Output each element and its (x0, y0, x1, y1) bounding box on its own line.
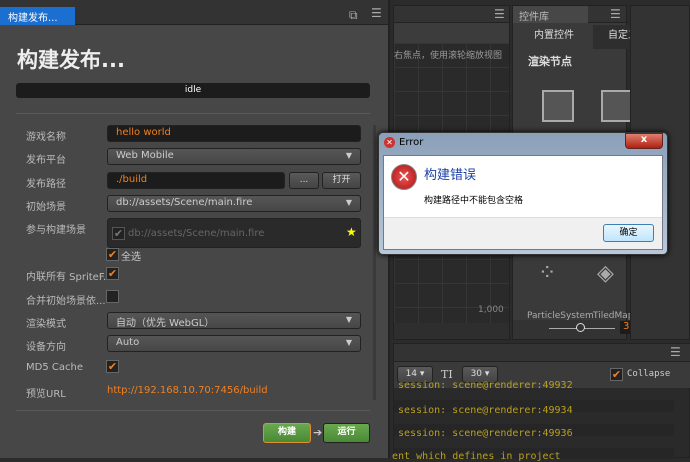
select-all-checkbox[interactable]: ✔ (106, 248, 119, 261)
log-line: ent which defines in project (392, 451, 561, 462)
error-large-icon: ✕ (391, 164, 417, 190)
menu-icon[interactable]: ☰ (670, 345, 681, 359)
tab-build[interactable]: 构建发布... (0, 7, 75, 25)
path-label: 发布路径 (26, 179, 66, 190)
star-icon[interactable]: ★ (346, 225, 357, 239)
tiledmap-icon[interactable]: ◈ (597, 261, 614, 286)
slider-handle[interactable] (576, 323, 585, 332)
log-line: session: scene@renderer:49936 (398, 428, 573, 439)
error-icon: ✕ (384, 137, 395, 148)
dialog-heading: 构建错误 (424, 168, 477, 183)
scene-item-checkbox[interactable]: ✔ (112, 227, 125, 240)
scene-toolbar (394, 23, 509, 43)
dialog-body: ✕ 构建错误 构建路径中不能包含空格 确定 (383, 155, 663, 250)
browse-button[interactable]: ... (289, 172, 319, 189)
log-line: session: scene@renderer:49932 (398, 380, 573, 391)
orientation-label: 设备方向 (26, 342, 66, 353)
console-header (394, 344, 690, 362)
md5-checkbox[interactable]: ✔ (106, 360, 119, 373)
build-panel: 构建发布... ⧉ ☰ 构建发布... idle 游戏名称 hello worl… (0, 0, 390, 458)
render-select[interactable]: 自动（优先 WebGL） (107, 312, 361, 329)
console-panel: ☰ 14 ▾ TI 30 ▾ ✔ Collapse (393, 343, 690, 459)
popout-icon[interactable]: ⧉ (349, 8, 358, 23)
run-button[interactable]: 运行 (323, 423, 370, 443)
console-log (394, 388, 674, 459)
divider (16, 410, 370, 411)
select-all-label: 全选 (121, 252, 141, 263)
error-dialog: ✕ Error x ✕ 构建错误 构建路径中不能包含空格 确定 (378, 132, 668, 255)
status-bar: idle (16, 83, 370, 98)
collapse-checkbox[interactable]: ✔ (610, 368, 623, 381)
collapse-label: Collapse (627, 369, 671, 379)
line-count-value: 30 (470, 369, 483, 379)
scene-item: db://assets/Scene/main.fire (128, 228, 265, 239)
platform-select[interactable]: Web Mobile (107, 148, 361, 165)
scene-header (394, 6, 509, 23)
menu-icon[interactable]: ☰ (610, 7, 621, 21)
dialog-title: Error (399, 137, 424, 148)
tab-library[interactable]: 控件库 (513, 6, 588, 23)
scenes-label: 参与构建场景 (26, 225, 86, 236)
menu-icon[interactable]: ☰ (371, 6, 382, 20)
dialog-message: 构建路径中不能包含空格 (424, 196, 524, 206)
platform-label: 发布平台 (26, 155, 66, 166)
section-title: 渲染节点 (528, 55, 572, 68)
zoom-bar (513, 320, 626, 339)
menu-icon[interactable]: ☰ (494, 7, 505, 21)
render-label: 渲染模式 (26, 319, 66, 330)
start-scene-label: 初始场景 (26, 202, 66, 213)
merge-label: 合并初始场景依... (26, 296, 106, 307)
path-input[interactable]: ./build (107, 172, 285, 189)
ruler-label: 1,000 (478, 305, 504, 315)
inline-label: 内联所有 SpriteF... (26, 272, 113, 283)
scene-hint: 右焦点，使用滚轮缩放视图 (394, 51, 503, 61)
page-title: 构建发布... (17, 48, 125, 72)
game-name-input[interactable]: hello world (107, 125, 361, 142)
game-name-label: 游戏名称 (26, 132, 66, 143)
preview-label: 预览URL (26, 389, 66, 400)
arrow-icon: ➔ (313, 426, 323, 439)
node-icon[interactable] (601, 90, 633, 122)
divider (16, 113, 370, 114)
md5-label: MD5 Cache (26, 362, 83, 373)
scrollbar[interactable] (373, 125, 376, 400)
ok-button[interactable]: 确定 (603, 224, 654, 242)
log-line: session: scene@renderer:49934 (398, 405, 573, 416)
node-icon[interactable] (542, 90, 574, 122)
merge-checkbox[interactable] (106, 290, 119, 303)
inline-checkbox[interactable]: ✔ (106, 267, 119, 280)
preview-url-link[interactable]: http://192.168.10.70:7456/build (107, 385, 268, 396)
particle-icon[interactable]: ⁘ (538, 261, 556, 286)
scene-list: ✔ db://assets/Scene/main.fire ★ (107, 218, 361, 248)
tab-builtin[interactable]: 内置控件 (515, 25, 593, 49)
build-button[interactable]: 构建 (263, 423, 311, 443)
open-button[interactable]: 打开 (322, 172, 361, 189)
orientation-select[interactable]: Auto (107, 335, 361, 352)
close-button[interactable]: x (625, 133, 663, 149)
start-scene-select[interactable]: db://assets/Scene/main.fire (107, 195, 361, 212)
font-size-value: 14 (405, 369, 418, 379)
